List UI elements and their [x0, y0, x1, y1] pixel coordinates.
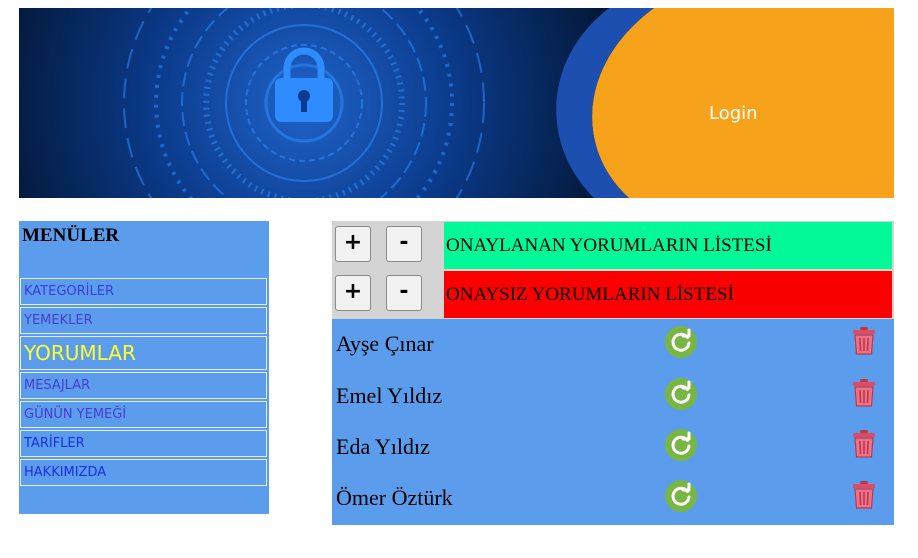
- menu-item-yemekler[interactable]: YEMEKLER: [20, 307, 267, 334]
- header-banner: Login: [19, 8, 894, 198]
- restore-icon: [671, 328, 691, 352]
- menu-item-mesajlar[interactable]: MESAJLAR: [20, 372, 267, 399]
- pending-comments-title[interactable]: ONAYSIZ YORUMLARIN LİSTESİ: [444, 271, 892, 318]
- menu-item-hakkimizda[interactable]: HAKKIMIZDA: [20, 459, 267, 486]
- delete-button[interactable]: [851, 429, 877, 459]
- trash-icon: [853, 327, 875, 355]
- collapse-approved-button[interactable]: -: [386, 226, 422, 262]
- comment-author: Ömer Öztürk: [336, 485, 453, 510]
- menu-list: KATEGORİLER YEMEKLER YORUMLAR MESAJLAR G…: [20, 278, 268, 488]
- menu-title: MENÜLER: [22, 225, 120, 246]
- comment-author: Ayşe Çınar: [336, 331, 434, 356]
- security-banner-image: [19, 8, 654, 198]
- expand-pending-button[interactable]: +: [335, 275, 371, 311]
- restore-icon: [671, 482, 691, 506]
- approved-comments-title[interactable]: ONAYLANAN YORUMLARIN LİSTESİ: [444, 222, 892, 269]
- comment-row: Eda Yıldız: [332, 423, 894, 474]
- comment-author: Emel Yıldız: [336, 383, 443, 408]
- delete-button[interactable]: [851, 480, 877, 510]
- expand-approved-button[interactable]: +: [335, 226, 371, 262]
- menu-item-tarifler[interactable]: TARİFLER: [20, 430, 267, 457]
- trash-icon: [853, 481, 875, 509]
- comment-row: Emel Yıldız: [332, 372, 894, 423]
- sidebar-menu: MENÜLER KATEGORİLER YEMEKLER YORUMLAR ME…: [19, 221, 269, 514]
- approved-comments-header: + - ONAYLANAN YORUMLARIN LİSTESİ: [332, 221, 894, 270]
- pending-comments-header: + - ONAYSIZ YORUMLARIN LİSTESİ: [332, 270, 894, 319]
- login-link[interactable]: Login: [709, 103, 758, 124]
- restore-button[interactable]: [665, 480, 697, 512]
- comment-row: Ömer Öztürk: [332, 474, 894, 525]
- restore-button[interactable]: [665, 378, 697, 410]
- collapse-pending-button[interactable]: -: [386, 275, 422, 311]
- comment-author: Eda Yıldız: [336, 434, 430, 459]
- comment-row: Ayşe Çınar: [332, 320, 894, 371]
- menu-item-yorumlar[interactable]: YORUMLAR: [20, 336, 267, 370]
- restore-icon: [671, 431, 691, 455]
- restore-button[interactable]: [665, 326, 697, 358]
- restore-icon: [671, 380, 691, 404]
- delete-button[interactable]: [851, 378, 877, 408]
- comments-panel: + - ONAYLANAN YORUMLARIN LİSTESİ + - ONA…: [332, 221, 894, 525]
- menu-item-gunun-yemegi[interactable]: GÜNÜN YEMEĞİ: [20, 401, 267, 428]
- trash-icon: [853, 430, 875, 458]
- trash-icon: [853, 379, 875, 407]
- restore-button[interactable]: [665, 429, 697, 461]
- menu-item-kategoriler[interactable]: KATEGORİLER: [20, 278, 267, 305]
- delete-button[interactable]: [851, 326, 877, 356]
